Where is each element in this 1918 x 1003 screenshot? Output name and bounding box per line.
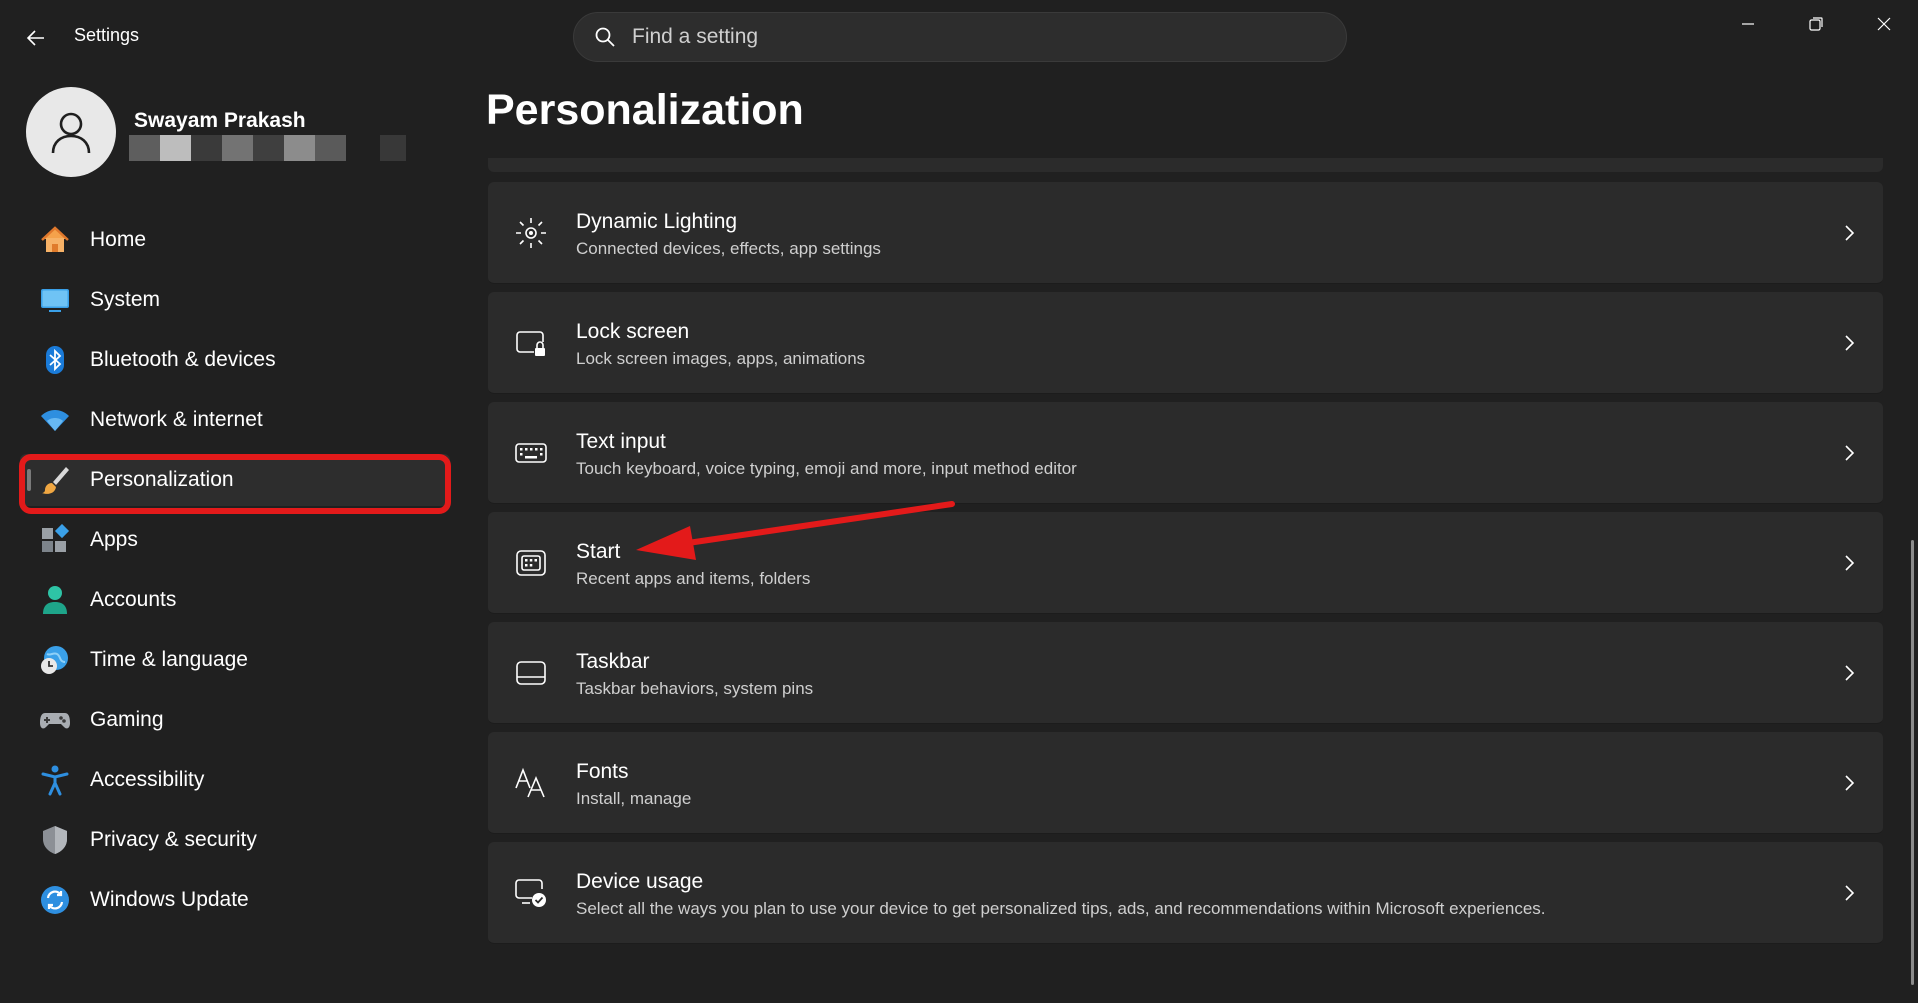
card-subtitle: Lock screen images, apps, animations: [576, 349, 866, 368]
chevron-right-icon: [1839, 663, 1859, 683]
accessibility-icon: [38, 763, 72, 797]
user-name: Swayam Prakash: [134, 109, 306, 132]
person-icon: [38, 583, 72, 617]
sidebar-item-gaming[interactable]: Gaming: [20, 694, 450, 746]
user-profile[interactable]: Swayam Prakash: [26, 87, 426, 179]
title-bar: Settings: [0, 0, 1918, 74]
sidebar-item-label: Privacy & security: [90, 828, 257, 851]
sidebar-item-label: Home: [90, 228, 147, 251]
restore-button[interactable]: [1790, 8, 1842, 40]
chevron-right-icon: [1839, 773, 1859, 793]
card-subtitle: Install, manage: [576, 789, 692, 808]
card-title: Taskbar: [576, 650, 650, 673]
card-text: Start Recent apps and items, folders: [576, 540, 810, 589]
dynamic-lighting-icon: [512, 214, 550, 252]
start-icon: [512, 544, 550, 582]
card-title: Device usage: [576, 870, 704, 893]
settings-card-list: Dynamic Lighting Connected devices, effe…: [488, 182, 1883, 952]
card-text-input[interactable]: Text input Touch keyboard, voice typing,…: [488, 402, 1883, 504]
wifi-icon: [38, 403, 72, 437]
card-title: Start: [576, 540, 621, 563]
card-title: Lock screen: [576, 320, 690, 343]
card-lock-screen[interactable]: Lock screen Lock screen images, apps, an…: [488, 292, 1883, 394]
sidebar-item-network[interactable]: Network & internet: [20, 394, 450, 446]
keyboard-icon: [512, 434, 550, 472]
card-text: Text input Touch keyboard, voice typing,…: [576, 430, 1077, 479]
card-title: Fonts: [576, 760, 629, 783]
sidebar-item-windows-update[interactable]: Windows Update: [20, 874, 450, 926]
chevron-right-icon: [1839, 443, 1859, 463]
globe-clock-icon: [38, 643, 72, 677]
lock-screen-icon: [512, 324, 550, 362]
sidebar-item-system[interactable]: System: [20, 274, 450, 326]
sidebar-item-label: Apps: [90, 528, 138, 551]
sidebar-item-label: System: [90, 288, 161, 311]
card-dynamic-lighting[interactable]: Dynamic Lighting Connected devices, effe…: [488, 182, 1883, 284]
search-input[interactable]: [632, 25, 1312, 49]
restore-icon: [1809, 17, 1823, 31]
bluetooth-icon: [38, 343, 72, 377]
user-avatar-icon: [51, 112, 91, 154]
sidebar-item-label: Time & language: [90, 648, 248, 671]
card-subtitle: Taskbar behaviors, system pins: [576, 679, 814, 698]
device-usage-icon: [512, 874, 550, 912]
fonts-icon: [512, 764, 550, 802]
app-title: Settings: [74, 25, 140, 45]
chevron-right-icon: [1839, 883, 1859, 903]
gamepad-icon: [38, 703, 72, 737]
card-fonts[interactable]: Fonts Install, manage: [488, 732, 1883, 834]
taskbar-icon: [512, 654, 550, 692]
card-title: Text input: [576, 430, 666, 453]
sidebar-item-time-language[interactable]: Time & language: [20, 634, 450, 686]
card-taskbar[interactable]: Taskbar Taskbar behaviors, system pins: [488, 622, 1883, 724]
sidebar-item-label: Windows Update: [90, 888, 249, 911]
sidebar-item-label: Bluetooth & devices: [90, 348, 276, 371]
card-text: Lock screen Lock screen images, apps, an…: [576, 320, 865, 369]
chevron-right-icon: [1839, 223, 1859, 243]
search-box[interactable]: [573, 12, 1347, 62]
sidebar-item-bluetooth[interactable]: Bluetooth & devices: [20, 334, 450, 386]
minimize-icon: [1742, 23, 1754, 25]
search-icon: [592, 24, 618, 50]
apps-icon: [38, 523, 72, 557]
card-text: Device usage Select all the ways you pla…: [576, 870, 1546, 919]
chevron-right-icon: [1839, 553, 1859, 573]
chevron-right-icon: [1839, 333, 1859, 353]
update-icon: [38, 883, 72, 917]
sidebar-item-apps[interactable]: Apps: [20, 514, 450, 566]
avatar: [26, 87, 116, 177]
scrollbar[interactable]: [1911, 540, 1914, 985]
sidebar-item-accessibility[interactable]: Accessibility: [20, 754, 450, 806]
close-button[interactable]: [1858, 8, 1910, 40]
card-subtitle: Recent apps and items, folders: [576, 569, 811, 588]
home-icon: [38, 223, 72, 257]
close-icon: [1877, 17, 1891, 31]
sidebar-item-privacy[interactable]: Privacy & security: [20, 814, 450, 866]
card-subtitle: Select all the ways you plan to use your…: [576, 899, 1546, 918]
page-title: Personalization: [486, 86, 804, 134]
sidebar-item-label: Network & internet: [90, 408, 263, 431]
sidebar-item-label: Accessibility: [90, 768, 205, 791]
sidebar-item-label: Accounts: [90, 588, 177, 611]
sidebar-nav: Home System Bluetooth & devices Network …: [20, 214, 450, 934]
sidebar-item-accounts[interactable]: Accounts: [20, 574, 450, 626]
card-start[interactable]: Start Recent apps and items, folders: [488, 512, 1883, 614]
card-device-usage[interactable]: Device usage Select all the ways you pla…: [488, 842, 1883, 944]
sidebar-item-label: Gaming: [90, 708, 164, 731]
monitor-icon: [38, 283, 72, 317]
card-text: Fonts Install, manage: [576, 760, 691, 809]
redacted-email: [129, 135, 406, 161]
card-text: Taskbar Taskbar behaviors, system pins: [576, 650, 813, 699]
back-button[interactable]: [18, 20, 54, 56]
annotation-highlight-box: [19, 454, 451, 514]
sidebar-item-home[interactable]: Home: [20, 214, 450, 266]
shield-icon: [38, 823, 72, 857]
card-text: Dynamic Lighting Connected devices, effe…: [576, 210, 881, 259]
scrolled-card-edge: [488, 158, 1883, 172]
back-arrow-icon: [26, 30, 44, 46]
card-title: Dynamic Lighting: [576, 210, 738, 233]
card-subtitle: Touch keyboard, voice typing, emoji and …: [576, 459, 1077, 478]
minimize-button[interactable]: [1722, 8, 1774, 40]
card-subtitle: Connected devices, effects, app settings: [576, 239, 881, 258]
